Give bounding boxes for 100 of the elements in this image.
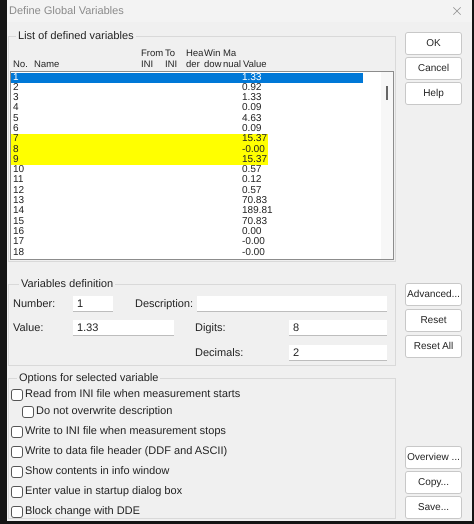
number-cell-text: 7 <box>13 134 20 145</box>
dialog-button[interactable]: Copy... <box>405 471 462 494</box>
list-row[interactable]: 8 -0.00 <box>11 144 268 155</box>
dialog-button[interactable]: Reset <box>405 309 462 332</box>
value-cell: -0.00 <box>242 144 265 155</box>
number-cell-text: 16 <box>13 226 26 237</box>
number-cell-text: 10 <box>13 165 26 176</box>
value-cell: 0.09 <box>242 103 262 114</box>
number-cell-text: 9 <box>13 154 20 165</box>
field-label: Number: <box>13 296 56 312</box>
checkbox[interactable] <box>11 446 23 458</box>
value-cell: 4.63 <box>242 114 262 124</box>
text-field[interactable]: 2 <box>289 344 387 361</box>
number-cell-text: 11 <box>13 175 24 186</box>
list-row[interactable]: 5 4.63 <box>11 114 363 124</box>
list-row[interactable]: 18 -0.00 <box>11 248 363 258</box>
checkbox[interactable] <box>11 506 23 518</box>
checkbox-option[interactable]: Block change with DDE <box>11 504 393 520</box>
column-header: Hea der <box>186 48 204 70</box>
list-row[interactable]: 1 1.33 <box>11 72 363 83</box>
value-cell: -0.00 <box>242 237 265 248</box>
checkbox-option[interactable]: Read from INI file when measurement starts <box>11 386 393 402</box>
text-field[interactable]: 1.33 <box>73 320 174 336</box>
text-field[interactable] <box>197 296 387 312</box>
number-cell-text: 8 <box>13 144 20 155</box>
value-cell: 70.83 <box>242 196 268 206</box>
checkbox[interactable] <box>11 466 23 478</box>
value-cell-text: 0.09 <box>242 124 262 134</box>
list-row[interactable]: 10 0.57 <box>11 165 363 176</box>
value-cell: 0.12 <box>242 175 262 186</box>
column-header: To INI <box>165 48 178 70</box>
list-row[interactable]: 14 189.81 <box>11 206 363 217</box>
variable-list[interactable]: 1 1.33 2 0.92 3 1.33 4 0.09 5 4.63 6 0.09 7 15.37 8 -0.00 9 15.37 10 0.57 11 0.12 12 0.57 13 70.83 14 189.81 15 70.83 16 0.00 17 -0.00 18 -0.00 <box>10 70 394 260</box>
value-cell-text: 15.37 <box>242 154 268 165</box>
field-label: Digits: <box>195 321 227 336</box>
value-cell: 15.37 <box>242 134 268 145</box>
value-cell: 0.57 <box>242 165 262 176</box>
dialog-button[interactable]: Reset All <box>405 335 462 358</box>
number-cell-text: 6 <box>13 124 20 134</box>
checkbox-option[interactable]: Show contents in info window <box>11 464 393 480</box>
checkbox[interactable] <box>11 426 23 438</box>
list-row[interactable]: 13 70.83 <box>11 196 363 206</box>
value-cell: 1.33 <box>242 93 262 104</box>
number-cell-text: 2 <box>13 82 20 93</box>
list-row[interactable]: 2 0.92 <box>11 82 363 94</box>
text-field[interactable]: 1 <box>73 296 113 312</box>
field-label: Description: <box>135 296 194 312</box>
checkbox[interactable] <box>11 388 23 400</box>
number-cell-text: 14 <box>13 206 26 217</box>
value-cell-text: 0.57 <box>242 186 262 196</box>
number-cell-text: 5 <box>13 114 20 124</box>
column-header: Name <box>34 58 60 70</box>
list-row[interactable]: 15 70.83 <box>11 216 363 227</box>
checkbox-option[interactable]: Write to data file header (DDF and ASCII) <box>11 444 393 460</box>
list-row[interactable]: 11 0.12 <box>11 175 363 186</box>
value-cell-text: 0.92 <box>242 82 262 93</box>
number-cell-text: 13 <box>13 196 26 206</box>
number-cell-text: 18 <box>13 248 26 258</box>
number-cell-text: 1 <box>13 72 20 83</box>
list-row[interactable]: 6 0.09 <box>11 124 363 134</box>
list-row[interactable]: 4 0.09 <box>11 103 363 114</box>
list-row[interactable]: 3 1.33 <box>11 93 363 104</box>
list-row[interactable]: 16 0.00 <box>11 226 363 238</box>
value-cell: 189.81 <box>242 206 273 217</box>
column-header: Value <box>243 58 268 70</box>
list-row[interactable]: 17 -0.00 <box>11 237 363 248</box>
column-header: No. <box>13 58 29 70</box>
list-row[interactable]: 7 15.37 <box>11 134 268 145</box>
value-cell: 1.33 <box>242 72 262 83</box>
value-cell-text: 0.00 <box>242 226 262 237</box>
column-header: Ma nual <box>223 48 242 70</box>
group-title: List of defined variables <box>17 29 135 44</box>
scrollbar[interactable] <box>381 72 393 258</box>
list-row[interactable]: 9 15.37 <box>11 154 268 166</box>
checkbox[interactable] <box>22 406 34 418</box>
number-cell-text: 17 <box>13 237 26 248</box>
checkbox[interactable] <box>11 486 23 498</box>
list-row[interactable]: 12 0.57 <box>11 186 363 196</box>
text-field[interactable]: 8 <box>289 320 387 336</box>
value-cell: -0.00 <box>242 248 265 258</box>
dialog-button[interactable]: Overview ... <box>405 446 462 469</box>
number-cell-text: 4 <box>13 103 20 114</box>
field-label: Value: <box>13 321 44 336</box>
window-title: Define Global Variables <box>9 4 124 19</box>
checkbox-option[interactable]: Write to INI file when measurement stops <box>11 424 393 440</box>
checkbox-option[interactable]: Do not overwrite description <box>22 404 393 420</box>
column-header: From INI <box>141 48 164 70</box>
group-title: Variables definition <box>20 277 114 292</box>
field-label: Decimals: <box>195 346 244 360</box>
dialog-button[interactable]: Help <box>405 82 462 105</box>
checkbox-option[interactable]: Enter value in startup dialog box <box>11 484 393 500</box>
dialog-button[interactable]: OK <box>405 32 462 55</box>
dialog-button[interactable]: Cancel <box>405 57 462 80</box>
number-cell-text: 12 <box>13 186 26 196</box>
number-cell-text: 15 <box>13 216 26 227</box>
dialog-button[interactable]: Advanced... <box>405 283 462 306</box>
number-cell-text: 3 <box>13 93 20 104</box>
group-title: Options for selected variable <box>18 371 160 386</box>
dialog-button[interactable]: Save... <box>405 496 462 519</box>
value-cell: 70.83 <box>242 216 268 227</box>
